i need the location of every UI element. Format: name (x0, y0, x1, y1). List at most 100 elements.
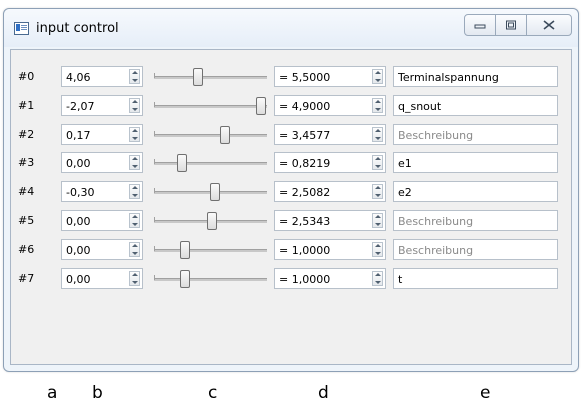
spin-arrows-icon[interactable] (372, 184, 383, 200)
app-icon (14, 22, 29, 35)
spin-arrows-icon[interactable] (372, 241, 383, 257)
control-row: #1 -2,07 = 4,9000 q_snout (11, 94, 571, 118)
result-spinbox[interactable]: = 0,8219 (274, 152, 386, 174)
slider-tick (154, 217, 155, 222)
slider-handle[interactable] (209, 183, 220, 202)
description-field[interactable]: e2 (393, 181, 558, 203)
close-button[interactable] (527, 15, 571, 35)
slider-track (154, 76, 267, 79)
spin-arrows-icon[interactable] (372, 155, 383, 171)
value-slider[interactable] (154, 96, 267, 115)
row-index: #1 (18, 98, 35, 112)
spinbox-value: -0,30 (66, 186, 95, 200)
spin-arrows-icon[interactable] (372, 97, 383, 113)
slider-handle[interactable] (255, 96, 266, 115)
slider-handle[interactable] (176, 154, 187, 173)
control-row: #2 0,17 = 3,4577 Beschreibung (11, 123, 571, 147)
control-row: #5 0,00 = 2,5343 Beschreibung (11, 210, 571, 233)
slider-tick (154, 274, 155, 280)
value-spinbox[interactable]: 0,17 (61, 123, 143, 145)
description-text: e2 (398, 186, 412, 200)
result-spinbox[interactable]: = 3,4577 (274, 123, 386, 145)
value-spinbox[interactable]: -2,07 (61, 94, 143, 116)
result-value: = 4,9000 (279, 99, 331, 113)
slider-handle[interactable] (179, 240, 190, 259)
value-slider[interactable] (154, 212, 267, 230)
row-index: #0 (18, 70, 35, 83)
result-value: = 3,4577 (279, 128, 331, 142)
result-value: = 2,5343 (279, 215, 331, 228)
description-field[interactable]: e1 (393, 152, 558, 174)
control-row: #7 0,00 = 1,0000 t (11, 267, 571, 291)
description-text: Beschreibung (398, 243, 474, 257)
result-spinbox[interactable]: = 4,9000 (274, 94, 386, 116)
value-spinbox[interactable]: 0,00 (61, 238, 143, 260)
close-icon (543, 20, 555, 30)
spin-arrows-icon[interactable] (129, 213, 140, 228)
value-spinbox[interactable]: 4,06 (61, 66, 143, 87)
row-index: #6 (18, 242, 35, 256)
value-slider[interactable] (154, 125, 267, 144)
value-slider[interactable] (154, 68, 267, 86)
maximize-icon (506, 20, 516, 30)
spin-arrows-icon[interactable] (372, 126, 383, 142)
value-spinbox[interactable]: 0,00 (61, 152, 143, 174)
value-spinbox[interactable]: -0,30 (61, 181, 143, 203)
column-label: d (318, 383, 329, 403)
value-spinbox[interactable]: 0,00 (61, 267, 143, 289)
slider-tick (154, 188, 155, 194)
value-slider[interactable] (154, 154, 267, 173)
value-slider[interactable] (154, 269, 267, 288)
spin-arrows-icon[interactable] (129, 126, 140, 142)
control-row: #0 4,06 = 5,5000 Terminalspannung (11, 66, 571, 89)
row-index: #7 (18, 271, 35, 285)
spin-arrows-icon[interactable] (129, 69, 140, 84)
slider-handle[interactable] (206, 212, 217, 230)
row-index: #3 (18, 156, 35, 170)
value-spinbox[interactable]: 0,00 (61, 210, 143, 231)
spinbox-value: 0,00 (66, 243, 91, 257)
spin-arrows-icon[interactable] (129, 270, 140, 286)
slider-track (154, 277, 267, 281)
slider-track (154, 104, 267, 108)
spin-arrows-icon[interactable] (129, 241, 140, 257)
title-bar[interactable]: input control (4, 9, 578, 47)
controls-panel: #0 4,06 = 5,5000 Terminalspannung #1 -2,… (10, 49, 572, 365)
control-row: #3 0,00 = 0,8219 e1 (11, 152, 571, 175)
description-field[interactable]: Beschreibung (393, 238, 558, 260)
spin-arrows-icon[interactable] (372, 270, 383, 286)
slider-handle[interactable] (179, 269, 190, 288)
description-field[interactable]: Terminalspannung (393, 66, 558, 87)
slider-handle[interactable] (219, 125, 230, 144)
value-slider[interactable] (154, 240, 267, 259)
spinbox-value: 0,00 (66, 272, 91, 286)
result-spinbox[interactable]: = 2,5082 (274, 181, 386, 203)
result-spinbox[interactable]: = 1,0000 (274, 267, 386, 289)
result-spinbox[interactable]: = 5,5000 (274, 66, 386, 87)
spin-arrows-icon[interactable] (129, 97, 140, 113)
spinbox-value: -2,07 (66, 99, 95, 113)
description-field[interactable]: q_snout (393, 94, 558, 116)
spin-arrows-icon[interactable] (129, 184, 140, 200)
result-value: = 2,5082 (279, 186, 331, 200)
row-index: #4 (18, 185, 35, 199)
spin-arrows-icon[interactable] (372, 213, 383, 228)
window-title: input control (36, 21, 119, 36)
result-spinbox[interactable]: = 2,5343 (274, 210, 386, 231)
description-field[interactable]: Beschreibung (393, 210, 558, 231)
result-spinbox[interactable]: = 1,0000 (274, 238, 386, 260)
minimize-button[interactable] (465, 15, 496, 35)
description-text: Terminalspannung (398, 71, 499, 84)
result-value: = 1,0000 (279, 272, 331, 286)
description-text: t (398, 272, 403, 286)
spin-arrows-icon[interactable] (372, 69, 383, 84)
description-text: Beschreibung (398, 128, 474, 142)
description-field[interactable]: t (393, 267, 558, 289)
value-slider[interactable] (154, 183, 267, 202)
description-field[interactable]: Beschreibung (393, 123, 558, 145)
spinbox-value: 0,00 (66, 157, 91, 171)
slider-handle[interactable] (193, 68, 204, 86)
spin-arrows-icon[interactable] (129, 155, 140, 171)
maximize-button[interactable] (496, 15, 527, 35)
spinbox-value: 4,06 (66, 71, 91, 84)
